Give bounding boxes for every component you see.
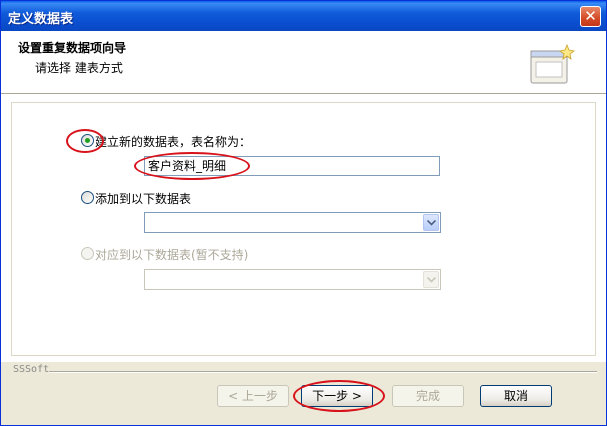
footer-divider (49, 371, 597, 373)
next-button[interactable]: 下一步 > (301, 385, 373, 407)
chevron-down-icon (423, 271, 439, 288)
close-icon: ✕ (584, 7, 597, 25)
wizard-title: 设置重复数据项向导 (18, 41, 127, 55)
wizard-header: 设置重复数据项向导 请选择 建表方式 (1, 31, 606, 94)
close-button[interactable]: ✕ (580, 6, 601, 27)
cancel-button[interactable]: 取消 (480, 385, 552, 407)
option-append-table-label[interactable]: 添加到以下数据表 (95, 190, 191, 207)
option-new-table-label[interactable]: 建立新的数据表，表名称为： (95, 133, 251, 150)
option-map-table-label: 对应到以下数据表(暂不支持) (95, 248, 249, 262)
back-button: < 上一步 (217, 385, 289, 407)
radio-append-table[interactable] (81, 191, 94, 204)
window-title: 定义数据表 (8, 12, 74, 27)
wizard-subtitle: 请选择 建表方式 (35, 61, 123, 75)
title-bar[interactable]: 定义数据表 ✕ (1, 1, 606, 31)
wizard-body: 建立新的数据表，表名称为： 客户资料_明细 添加到以下数据表 对应到以下数据表(… (1, 94, 606, 362)
mapping-table-select (144, 269, 441, 290)
existing-table-select[interactable] (144, 212, 441, 233)
finish-button: 完成 (392, 385, 464, 407)
radio-new-table[interactable] (81, 134, 94, 147)
options-panel: 建立新的数据表，表名称为： 客户资料_明细 添加到以下数据表 对应到以下数据表(… (11, 102, 596, 356)
chevron-down-icon[interactable] (423, 214, 439, 231)
wizard-dialog: 定义数据表 ✕ 设置重复数据项向导 请选择 建表方式 建立新的数据表，表名称为：… (0, 0, 607, 426)
wizard-window-icon (530, 43, 575, 84)
brand-label: SSSoft (13, 364, 50, 375)
table-name-input[interactable]: 客户资料_明细 (144, 156, 440, 176)
radio-map-table (81, 247, 94, 260)
